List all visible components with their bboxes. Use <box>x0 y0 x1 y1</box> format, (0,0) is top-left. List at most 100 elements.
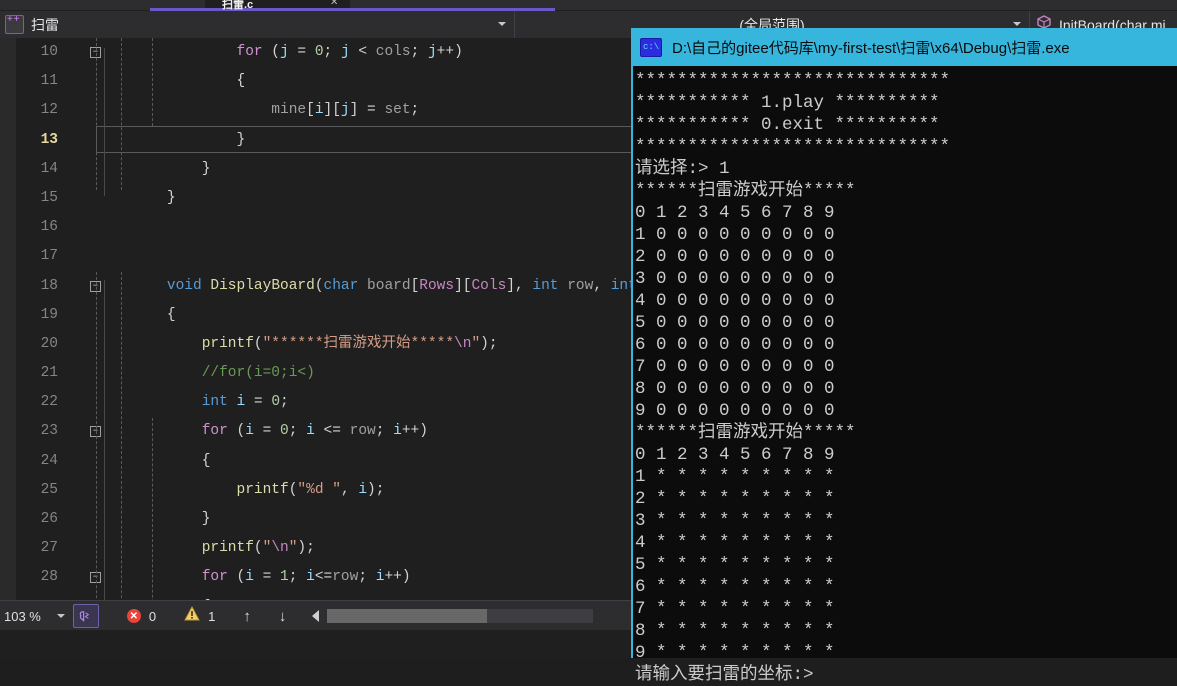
console-output: ****************************** **********… <box>631 66 1177 685</box>
chevron-down-icon[interactable] <box>1013 22 1021 26</box>
console-line: ****************************** <box>635 71 951 91</box>
code-line[interactable]: 18− void DisplayBoard(char board[Rows][Co… <box>0 272 632 301</box>
intellicode-icon[interactable] <box>72 604 99 628</box>
code-line[interactable]: 10− for (j = 0; j < cols; j++) <box>0 38 632 67</box>
console-line: 2 * * * * * * * * * <box>635 489 835 509</box>
warning-count[interactable]: 1 <box>208 609 215 624</box>
console-window[interactable]: D:\自己的gitee代码库\my-first-test\扫雷\x64\Debu… <box>631 28 1177 685</box>
code-line[interactable]: 27 printf("\n"); <box>0 534 632 563</box>
project-dropdown[interactable]: 扫雷 <box>0 11 515 38</box>
line-number: 29 <box>16 593 58 600</box>
code-text: for (i = 0; i <= row; i++) <box>201 423 428 440</box>
indent-guide <box>152 38 153 126</box>
code-line[interactable]: 20 printf("******扫雷游戏开始*****\n"); <box>0 330 632 359</box>
code-line[interactable]: 22 int i = 0; <box>0 388 632 417</box>
code-line[interactable]: 12 mine[i][j] = set; <box>0 96 632 125</box>
console-line: 7 0 0 0 0 0 0 0 0 0 <box>635 357 835 377</box>
code-line[interactable]: 11 { <box>0 67 632 96</box>
console-line: 2 0 0 0 0 0 0 0 0 0 <box>635 247 835 267</box>
console-line: ****************************** <box>635 137 951 157</box>
console-line: *********** 1.play ********** <box>635 93 940 113</box>
console-line: 4 0 0 0 0 0 0 0 0 0 <box>635 291 835 311</box>
structure-bar <box>104 48 105 196</box>
code-line[interactable]: 26} <box>0 505 632 534</box>
line-number: 17 <box>40 248 58 265</box>
code-text: } <box>201 160 211 177</box>
console-line: 7 * * * * * * * * * <box>635 599 835 619</box>
code-text: int i = 0; <box>201 394 289 411</box>
console-line: 8 * * * * * * * * * <box>635 621 835 641</box>
line-number: 22 <box>40 394 58 411</box>
code-editor[interactable]: 10− for (j = 0; j < cols; j++) 11 { 12 mine[i… <box>0 38 632 600</box>
code-line[interactable]: 14} <box>0 155 632 184</box>
code-line[interactable]: 16 <box>0 213 632 242</box>
code-line[interactable]: 23− for (i = 0; i <= row; i++) <box>0 417 632 446</box>
code-text: { <box>166 306 176 323</box>
code-text: { <box>201 452 211 469</box>
code-line-list: 10− for (j = 0; j < cols; j++) 11 { 12 mine[i… <box>0 38 632 600</box>
line-number: 19 <box>40 306 58 323</box>
console-line: *********** 0.exit ********** <box>635 115 940 135</box>
code-line[interactable]: 28− for (i = 1; i<=row; i++) <box>0 563 632 592</box>
code-line[interactable]: 19 { <box>0 301 632 330</box>
code-line[interactable]: 15} <box>0 184 632 213</box>
console-line: 8 0 0 0 0 0 0 0 0 0 <box>635 379 835 399</box>
next-issue-arrow-icon[interactable]: ↓ <box>279 608 287 625</box>
code-text: mine[i][j] = set; <box>271 102 420 119</box>
console-line: 3 * * * * * * * * * <box>635 511 835 531</box>
structure-bar <box>104 280 105 600</box>
scroll-left-arrow-icon[interactable] <box>312 610 320 622</box>
console-line: 1 * * * * * * * * * <box>635 467 835 487</box>
indent-guide <box>96 38 97 190</box>
console-left-border <box>631 66 633 658</box>
error-icon: ✕ <box>126 609 141 623</box>
code-line[interactable]: 29 { <box>0 593 632 600</box>
line-number: 13 <box>40 131 58 148</box>
console-line: 0 1 2 3 4 5 6 7 8 9 <box>635 203 835 223</box>
code-line[interactable]: 13} <box>0 125 632 155</box>
chevron-down-icon[interactable] <box>56 614 65 618</box>
console-app-icon <box>640 37 662 57</box>
line-number: 14 <box>40 160 58 177</box>
editor-bottom-filler <box>0 630 632 658</box>
line-number: 24 <box>40 452 58 469</box>
code-text: void DisplayBoard(char board[Rows][Cols]… <box>166 277 632 294</box>
indent-guide <box>121 38 122 190</box>
console-title-text: D:\自己的gitee代码库\my-first-test\扫雷\x64\Debu… <box>672 39 1070 57</box>
editor-status-bar: 103 % ✕ 0 1 ↑ ↓ <box>0 600 632 631</box>
line-number: 18 <box>40 277 58 294</box>
code-text: for (j = 0; j < cols; j++) <box>236 44 463 60</box>
console-line: ******扫雷游戏开始***** <box>635 181 856 201</box>
error-count[interactable]: 0 <box>149 609 156 624</box>
code-text: { <box>202 593 211 600</box>
close-icon[interactable]: ✕ <box>330 0 338 8</box>
code-text: } <box>236 131 246 148</box>
console-title-bar[interactable]: D:\自己的gitee代码库\my-first-test\扫雷\x64\Debu… <box>631 28 1177 66</box>
code-line[interactable]: 17 <box>0 242 632 271</box>
line-number: 12 <box>40 102 58 119</box>
previous-issue-arrow-icon[interactable]: ↑ <box>243 608 251 625</box>
project-dropdown-label: 扫雷 <box>31 16 59 33</box>
code-text: printf("******扫雷游戏开始*****\n"); <box>201 335 498 352</box>
code-text: } <box>166 189 176 206</box>
console-line: 请选择:> 1 <box>635 159 730 179</box>
console-line: 6 * * * * * * * * * <box>635 577 835 597</box>
code-line[interactable]: 24 { <box>0 447 632 476</box>
line-number: 10 <box>40 44 58 60</box>
console-line: 5 0 0 0 0 0 0 0 0 0 <box>635 313 835 333</box>
line-number: 20 <box>40 335 58 352</box>
line-number: 26 <box>40 511 58 527</box>
line-number: 27 <box>40 540 58 557</box>
console-line: 9 * * * * * * * * * <box>635 643 835 663</box>
console-line: ******扫雷游戏开始***** <box>635 423 856 443</box>
code-line[interactable]: 21 //for(i=0;i<) <box>0 359 632 388</box>
zoom-level[interactable]: 103 % <box>4 609 41 624</box>
console-line: 6 0 0 0 0 0 0 0 0 0 <box>635 335 835 355</box>
chevron-down-icon[interactable] <box>498 22 506 26</box>
line-number: 15 <box>40 189 58 206</box>
code-line[interactable]: 25 printf("%d ", i); <box>0 476 632 505</box>
horizontal-scrollbar[interactable] <box>327 609 594 623</box>
line-number: 21 <box>40 365 58 382</box>
indent-guide <box>121 272 122 600</box>
code-text: { <box>236 73 246 90</box>
